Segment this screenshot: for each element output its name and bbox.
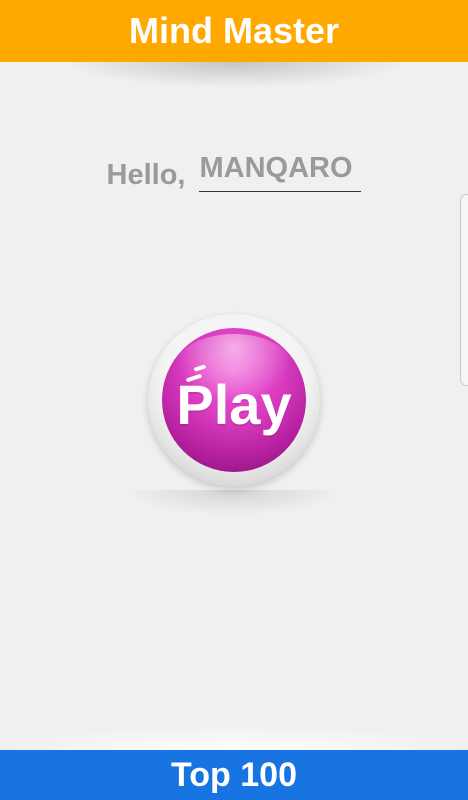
side-drawer-handle[interactable] — [460, 194, 468, 386]
greeting: Hello, MANQARO — [0, 152, 468, 192]
play-label: Play — [176, 373, 292, 436]
play-button[interactable]: Play — [148, 314, 320, 486]
app-title: Mind Master — [128, 10, 340, 51]
play-button-core: Play — [162, 328, 306, 472]
greeting-label: Hello, — [106, 159, 186, 191]
top-100-label: Top 100 — [171, 755, 297, 794]
play-button-shadow — [124, 490, 344, 516]
footer-glow — [0, 724, 468, 750]
app-header: Mind Master — [0, 0, 468, 62]
top-100-button[interactable]: Top 100 — [0, 750, 468, 800]
header-shadow — [60, 62, 408, 88]
main-screen: Mind Master Hello, MANQARO Play Top 100 — [0, 0, 468, 800]
username-field[interactable]: MANQARO — [199, 152, 362, 192]
